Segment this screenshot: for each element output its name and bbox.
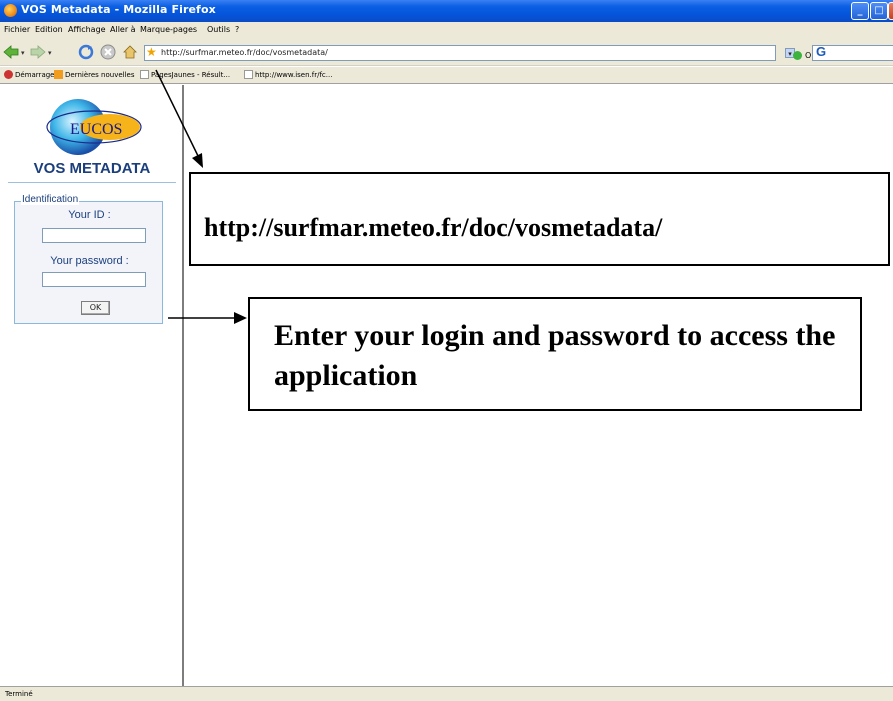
rss-feed-icon xyxy=(54,70,63,79)
window-title: VOS Metadata - Mozilla Firefox xyxy=(21,3,216,16)
status-bar: Terminé xyxy=(0,686,893,701)
page-icon xyxy=(244,70,253,79)
url-arrowhead xyxy=(192,153,203,168)
menu-bar: Fichier Edition Affichage Aller à Marque… xyxy=(0,22,893,38)
url-text: http://surfmar.meteo.fr/doc/vosmetadata/ xyxy=(161,48,328,57)
password-label: Your password : xyxy=(50,255,129,267)
menu-marque-pages[interactable]: Marque-pages xyxy=(140,25,197,34)
menu-affichage[interactable]: Affichage xyxy=(68,25,106,34)
menu-fichier[interactable]: Fichier xyxy=(4,25,30,34)
bookmark-label: Dernières nouvelles xyxy=(65,71,135,79)
close-button[interactable]: X xyxy=(888,2,893,20)
bookmark-demarrage[interactable]: Démarrage xyxy=(4,70,54,79)
left-frame: EUCOS VOS METADATA Identification Your I… xyxy=(0,85,184,686)
menu-outils[interactable]: Outils xyxy=(207,25,230,34)
ok-button[interactable]: OK xyxy=(81,301,110,315)
status-text: Terminé xyxy=(5,690,33,698)
go-icon[interactable] xyxy=(793,51,802,60)
reload-icon[interactable] xyxy=(78,44,94,60)
minimize-button[interactable]: _ xyxy=(851,2,869,20)
bookmark-pagesjaunes[interactable]: PagesJaunes - Résult... xyxy=(140,70,230,79)
page-title: VOS METADATA xyxy=(33,160,151,177)
menu-aller-a[interactable]: Aller à xyxy=(110,25,136,34)
fieldset-legend: Identification xyxy=(21,194,80,205)
url-input[interactable]: ★ http://surfmar.meteo.fr/doc/vosmetadat… xyxy=(144,45,795,61)
navigation-toolbar: ▾ ▾ ★ http://surfmar.meteo.fr/doc/vosmet… xyxy=(0,38,893,66)
bookmark-dernieres-nouvelles[interactable]: Dernières nouvelles xyxy=(54,70,135,79)
home-icon[interactable] xyxy=(122,44,138,60)
id-field[interactable] xyxy=(42,228,146,243)
title-divider xyxy=(8,182,176,183)
forward-dropdown-icon[interactable]: ▾ xyxy=(48,49,52,57)
bookmarks-toolbar: Démarrage Dernières nouvelles PagesJaune… xyxy=(0,67,893,84)
firefox-icon xyxy=(4,4,17,17)
page-icon xyxy=(140,70,149,79)
bookmark-isen[interactable]: http://www.isen.fr/fc... xyxy=(244,70,332,79)
url-callout-text: http://surfmar.meteo.fr/doc/vosmetadata/ xyxy=(204,213,663,242)
forward-arrow-icon[interactable] xyxy=(30,44,46,60)
back-dropdown-icon[interactable]: ▾ xyxy=(21,49,25,57)
stop-icon[interactable] xyxy=(100,44,116,60)
demarrage-icon xyxy=(4,70,13,79)
bookmark-star-icon[interactable]: ★ xyxy=(146,45,157,59)
bookmark-label: Démarrage xyxy=(15,71,55,79)
google-search-icon: G xyxy=(816,44,827,59)
bookmark-label: http://www.isen.fr/fc... xyxy=(255,71,333,79)
back-arrow-icon[interactable] xyxy=(3,44,19,60)
identification-fieldset: Identification Your ID : Your password :… xyxy=(14,194,163,324)
login-callout-text: Enter your login and password to access … xyxy=(274,319,836,392)
password-field[interactable] xyxy=(42,272,146,287)
menu-edition[interactable]: Edition xyxy=(35,25,63,34)
logo-text: EUCOS xyxy=(70,121,123,138)
window-titlebar[interactable]: VOS Metadata - Mozilla Firefox _ □ X xyxy=(0,0,893,22)
search-input[interactable]: G xyxy=(812,44,893,61)
bookmark-label: PagesJaunes - Résult... xyxy=(151,71,231,79)
menu-help[interactable]: ? xyxy=(235,25,239,34)
id-label: Your ID : xyxy=(68,209,111,221)
login-arrowhead xyxy=(234,312,247,324)
maximize-button[interactable]: □ xyxy=(870,2,888,20)
url-callout: http://surfmar.meteo.fr/doc/vosmetadata/ xyxy=(189,172,890,266)
login-callout: Enter your login and password to access … xyxy=(248,297,862,411)
